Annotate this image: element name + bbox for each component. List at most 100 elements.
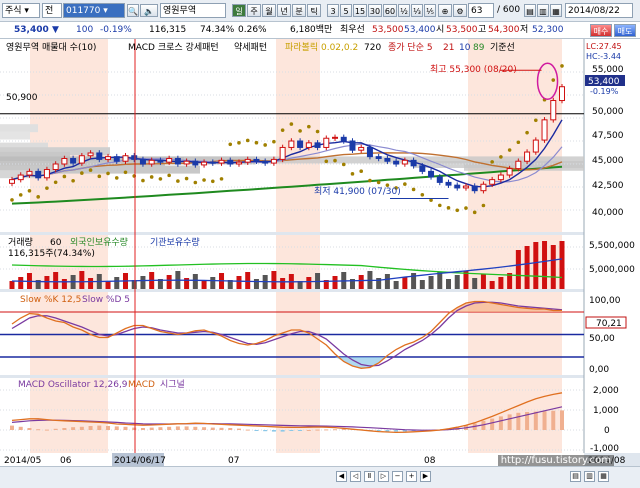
macd-osc-bar [88,426,93,430]
volume-bar [358,275,364,289]
period-year-button[interactable]: 년 [277,4,291,17]
candle-body [393,160,400,165]
volume-bar [280,278,286,289]
volume-bar [53,272,59,289]
candle-body [235,161,242,165]
sar-dot [10,198,14,202]
candle-body [113,156,120,162]
candle-body [70,157,77,164]
legend-ma89: 89 [473,43,485,53]
sar-dot [403,182,407,186]
buy-button[interactable]: 매수 [590,24,612,37]
minute-label: ½ [400,7,408,16]
layout-icon-3[interactable]: ▦ [598,471,609,482]
y-tick-55000: 55,000 [592,65,624,75]
sar-dot [158,177,163,181]
fast-forward-icon[interactable]: ▶ [420,471,431,482]
macd-osc-bar [542,411,547,430]
macd-tick-0: 0 [604,426,610,436]
macd-osc-bar [71,427,76,430]
volume-value: 116,315 [149,25,187,35]
speaker-icon[interactable]: 🔈 [140,4,158,17]
fraction-half-button[interactable]: ½ [398,4,410,17]
macd-osc-bar [184,426,189,430]
macd-osc-bar [306,430,311,431]
volume-bar [253,279,259,289]
sar-dot [36,195,40,199]
candle-body [384,157,391,162]
stock-name-value: 영원무역 [163,6,197,16]
tool-button-2[interactable]: ▥ [537,4,549,17]
minute-15-button[interactable]: 15 [353,4,367,17]
settings-button[interactable]: ⚙ [453,4,467,17]
legend-parabolic: 파라볼릭 0.02,0.2 [285,41,358,53]
layout-icon-2[interactable]: ▥ [584,471,595,482]
candle-body [270,158,277,164]
month-band [468,378,562,453]
volume-bar [105,281,111,289]
step-back-icon[interactable]: ◁ [350,471,361,482]
sar-dot [114,176,119,180]
sar-dot [80,171,84,175]
zoom-button[interactable]: ⊕ [438,4,452,17]
macd-osc-bar [10,425,14,430]
macd-osc-bar [175,426,180,430]
volume-bar [271,271,277,289]
minute-60-button[interactable]: 60 [383,4,397,17]
volume-sub: 116,315주(74.34%) [8,248,95,259]
date-value: 2014/08/22 [568,6,620,16]
stock-name-field[interactable]: 영원무역 [160,3,226,18]
period-week-button[interactable]: 주 [247,4,261,17]
period-month-button[interactable]: 월 [262,4,276,17]
layout-icon-1[interactable]: ▤ [570,471,581,482]
minute-3-button[interactable]: 3 [327,4,339,17]
candle-body [279,146,286,160]
sell-button[interactable]: 매도 [614,24,636,37]
fraction-third-button[interactable]: ⅓ [411,4,423,17]
macd-osc-bar [62,428,67,430]
volume-bar [402,277,408,289]
volume-bar [437,272,443,289]
y-tick-47500: 47,500 [592,131,624,141]
fraction-fifth-button[interactable]: ⅕ [424,4,436,17]
market-select[interactable]: 주식 ▾ [2,3,40,18]
date-picker[interactable]: 2014/08/22 [565,3,633,18]
macd-osc-bar [193,426,198,430]
macd-osc-bar [263,430,268,432]
macd-osc-bar [44,429,49,431]
minute-30-button[interactable]: 30 [368,4,382,17]
sar-dot [315,129,320,134]
turnover-pct: 74.34% [200,25,235,35]
macd-osc-bar [158,427,163,430]
pause-icon[interactable]: Ⅱ [364,471,375,482]
legend-ma21: 21 [443,43,454,53]
candle-body [148,159,155,165]
candle-body [262,160,269,164]
volume-bar [140,276,146,289]
stock-code-input[interactable]: 011770 ▾ [63,3,125,18]
period-tick-button[interactable]: 틱 [307,4,321,17]
zoom-in-icon[interactable]: + [406,471,417,482]
sar-dot [507,148,512,152]
period-day-button[interactable]: 일 [232,4,246,17]
macd-osc-bar [79,426,84,430]
chart-area[interactable]: 영원무역 매물대 수(10) MACD 크로스 강세패턴 약세패턴 파라볼릭 0… [0,39,640,466]
volume-bar [245,272,251,289]
tool-button-1[interactable]: ▤ [524,4,536,17]
mode-value: 전 [45,6,54,16]
minute-5-button[interactable]: 5 [340,4,352,17]
rewind-icon[interactable]: ◀ [336,471,347,482]
step-forward-icon[interactable]: ▷ [378,471,389,482]
sar-dot [455,208,460,213]
tool-button-3[interactable]: ▦ [550,4,562,17]
mode-select[interactable]: 전 [42,3,62,18]
zoom-out-icon[interactable]: − [392,471,403,482]
candle-body [227,159,234,165]
trade-amount: 6,180백만 [290,25,333,35]
stoch-tick-100: 100,00 [589,296,621,306]
search-button[interactable]: 🔍 [127,4,139,17]
volume-bar [306,277,312,289]
count-input[interactable]: 63 [468,3,494,18]
period-minute-button[interactable]: 분 [292,4,306,17]
volume-legend-ma: 60 [50,238,62,248]
